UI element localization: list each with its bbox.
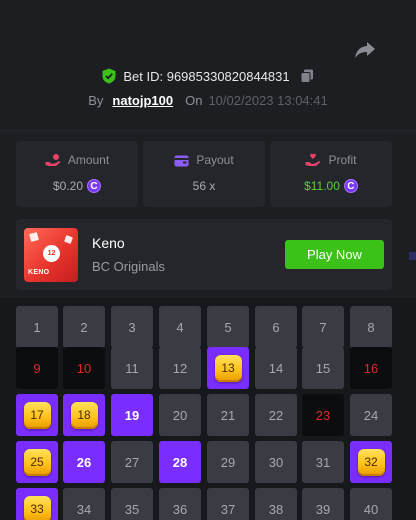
keno-cell-10[interactable]: 10 xyxy=(63,347,105,389)
keno-cell-27[interactable]: 27 xyxy=(111,441,153,483)
keno-cell-15[interactable]: 15 xyxy=(302,347,344,389)
keno-cell-20[interactable]: 20 xyxy=(159,394,201,436)
keno-cell-24[interactable]: 24 xyxy=(350,394,392,436)
keno-cell-19[interactable]: 19 xyxy=(111,394,153,436)
share-icon[interactable] xyxy=(354,40,376,60)
gem-icon: 18 xyxy=(70,401,98,429)
keno-cell-6[interactable]: 6 xyxy=(255,306,297,348)
bet-meta-row: By natojp100 On 10/02/2023 13:04:41 xyxy=(0,90,416,110)
stat-label: Payout xyxy=(196,153,234,167)
stat-label: Amount xyxy=(67,153,110,167)
shield-check-icon xyxy=(102,68,116,84)
keno-thumbnail[interactable]: 12 KENO xyxy=(24,228,78,282)
keno-cell-1[interactable]: 1 xyxy=(16,306,58,348)
thumb-title: KENO xyxy=(28,269,50,276)
keno-board: 1 2 3 4 5 6 7 8 9 10 11 12 13 14 15 16 17 18 19 20 21 22 23 24 2… xyxy=(0,298,416,520)
keno-cell-13[interactable]: 13 xyxy=(207,347,249,389)
keno-cell-5[interactable]: 5 xyxy=(207,306,249,348)
keno-cell-26[interactable]: 26 xyxy=(63,441,105,483)
keno-cell-16[interactable]: 16 xyxy=(350,347,392,389)
right-edge-fragment xyxy=(409,252,416,260)
game-card: 12 KENO Keno BC Originals Play Now xyxy=(16,219,392,290)
keno-cell-33[interactable]: 33 xyxy=(16,488,58,520)
keno-cell-11[interactable]: 11 xyxy=(111,347,153,389)
wallet-icon xyxy=(174,155,189,166)
keno-cell-22[interactable]: 22 xyxy=(255,394,297,436)
keno-cell-34[interactable]: 34 xyxy=(63,488,105,520)
stat-amount: Amount $0.20 C xyxy=(16,141,138,207)
keno-cell-21[interactable]: 21 xyxy=(207,394,249,436)
keno-cell-8[interactable]: 8 xyxy=(350,306,392,348)
hand-coins-icon xyxy=(45,154,61,166)
game-name: Keno xyxy=(92,235,125,251)
keno-cell-31[interactable]: 31 xyxy=(302,441,344,483)
keno-cell-38[interactable]: 38 xyxy=(255,488,297,520)
by-label: By xyxy=(88,92,104,108)
gem-icon: 13 xyxy=(214,354,242,382)
keno-cell-4[interactable]: 4 xyxy=(159,306,201,348)
keno-cell-32[interactable]: 32 xyxy=(350,441,392,483)
on-label: On xyxy=(185,92,203,108)
keno-cell-17[interactable]: 17 xyxy=(16,394,58,436)
divider xyxy=(0,130,416,131)
bet-id: Bet ID: 96985330820844831 xyxy=(123,68,290,84)
coin-icon: C xyxy=(343,179,358,193)
thumb-ball: 12 xyxy=(43,245,60,262)
keno-cell-25[interactable]: 25 xyxy=(16,441,58,483)
stat-label: Profit xyxy=(328,153,357,167)
keno-cell-14[interactable]: 14 xyxy=(255,347,297,389)
gem-icon: 25 xyxy=(23,448,51,476)
gem-icon: 17 xyxy=(23,401,51,429)
game-provider: BC Originals xyxy=(92,259,165,274)
play-now-button[interactable]: Play Now xyxy=(285,240,384,269)
stat-value: $0.20 xyxy=(52,179,84,193)
keno-cell-30[interactable]: 30 xyxy=(255,441,297,483)
keno-cell-2[interactable]: 2 xyxy=(63,306,105,348)
stat-profit: Profit $11.00 C xyxy=(270,141,392,207)
keno-cell-35[interactable]: 35 xyxy=(111,488,153,520)
stat-payout: Payout 56 x xyxy=(143,141,265,207)
bet-id-row: Bet ID: 96985330820844831 xyxy=(0,66,416,86)
keno-cell-36[interactable]: 36 xyxy=(159,488,201,520)
keno-cell-39[interactable]: 39 xyxy=(302,488,344,520)
username-link[interactable]: natojp100 xyxy=(112,93,173,108)
keno-cell-18[interactable]: 18 xyxy=(63,394,105,436)
keno-cell-12[interactable]: 12 xyxy=(159,347,201,389)
keno-cell-7[interactable]: 7 xyxy=(302,306,344,348)
thumb-decoration xyxy=(64,235,73,244)
bet-datetime: 10/02/2023 13:04:41 xyxy=(208,92,328,108)
stat-value: 56 x xyxy=(192,179,216,193)
keno-cell-29[interactable]: 29 xyxy=(207,441,249,483)
keno-cell-23[interactable]: 23 xyxy=(302,394,344,436)
keno-cell-37[interactable]: 37 xyxy=(207,488,249,520)
hand-heart-icon xyxy=(305,153,321,166)
keno-cell-40[interactable]: 40 xyxy=(350,488,392,520)
gem-icon: 32 xyxy=(357,448,385,476)
stat-value: $11.00 xyxy=(304,179,340,193)
keno-cell-9[interactable]: 9 xyxy=(16,347,58,389)
copy-icon[interactable] xyxy=(300,69,314,83)
coin-icon: C xyxy=(87,179,102,193)
keno-cell-28[interactable]: 28 xyxy=(159,441,201,483)
gem-icon: 33 xyxy=(23,495,51,520)
keno-cell-3[interactable]: 3 xyxy=(111,306,153,348)
thumb-decoration xyxy=(29,232,39,242)
